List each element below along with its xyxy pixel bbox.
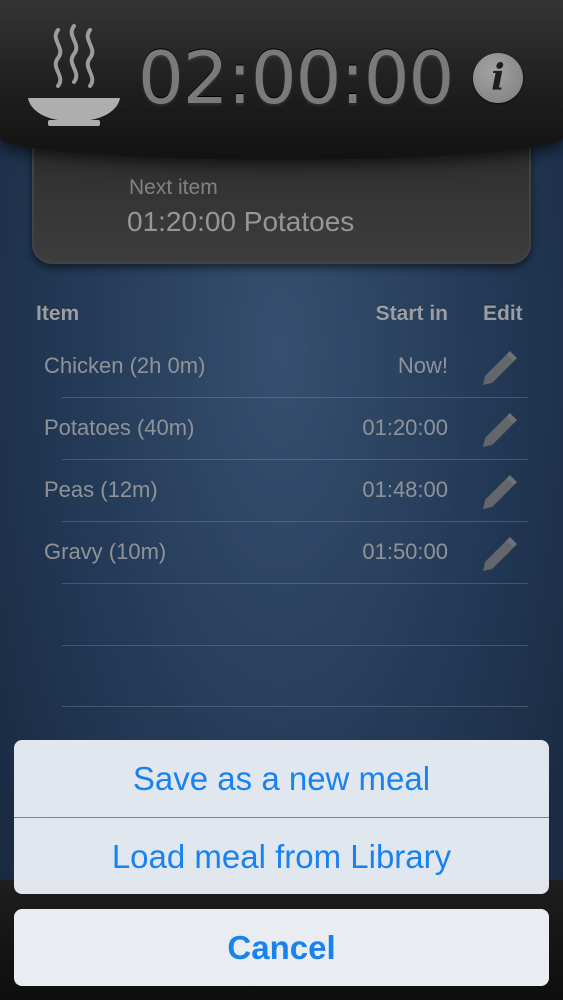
cancel-button[interactable]: Cancel	[14, 909, 549, 986]
action-sheet: Save as a new meal Load meal from Librar…	[14, 740, 549, 894]
save-as-new-meal-button[interactable]: Save as a new meal	[14, 740, 549, 817]
load-meal-from-library-button[interactable]: Load meal from Library	[14, 818, 549, 894]
